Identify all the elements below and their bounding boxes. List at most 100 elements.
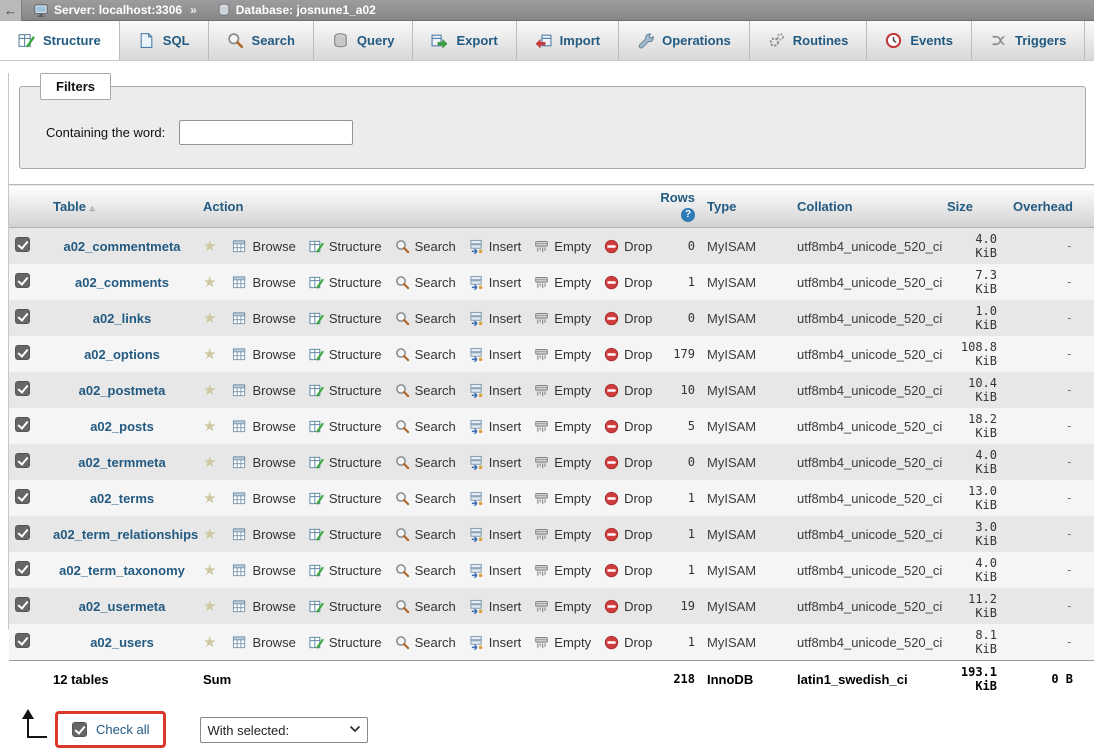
browse-link[interactable]: Browse (232, 239, 295, 254)
browse-link[interactable]: Browse (232, 347, 295, 362)
structure-link[interactable]: Structure (309, 383, 382, 398)
structure-link[interactable]: Structure (309, 311, 382, 326)
check-all-checkbox[interactable] (72, 722, 87, 737)
table-name-link[interactable]: a02_termmeta (78, 455, 165, 470)
browse-link[interactable]: Browse (232, 419, 295, 434)
empty-link[interactable]: Empty (534, 311, 591, 326)
favorite-star-icon[interactable]: ★ (203, 309, 216, 327)
insert-link[interactable]: Insert (469, 347, 522, 362)
help-icon[interactable] (681, 208, 695, 222)
drop-link[interactable]: Drop (604, 311, 652, 326)
drop-link[interactable]: Drop (604, 563, 652, 578)
tab-events[interactable]: Events (867, 21, 972, 60)
tab-triggers[interactable]: Triggers (972, 21, 1085, 60)
favorite-star-icon[interactable]: ★ (203, 237, 216, 255)
tab-structure[interactable]: Structure (0, 21, 120, 60)
browse-link[interactable]: Browse (232, 599, 295, 614)
browse-link[interactable]: Browse (232, 491, 295, 506)
insert-link[interactable]: Insert (469, 491, 522, 506)
table-name-link[interactable]: a02_usermeta (79, 599, 166, 614)
breadcrumb-database-link[interactable]: Database: josnune1_a02 (236, 3, 376, 17)
insert-link[interactable]: Insert (469, 419, 522, 434)
drop-link[interactable]: Drop (604, 455, 652, 470)
row-checkbox[interactable] (15, 525, 30, 540)
search-link[interactable]: Search (395, 527, 456, 542)
empty-link[interactable]: Empty (534, 527, 591, 542)
tab-designer[interactable]: Designer (1085, 21, 1094, 60)
structure-link[interactable]: Structure (309, 275, 382, 290)
tab-sql[interactable]: SQL (120, 21, 209, 60)
favorite-star-icon[interactable]: ★ (203, 597, 216, 615)
tab-query[interactable]: Query (314, 21, 414, 60)
empty-link[interactable]: Empty (534, 383, 591, 398)
drop-link[interactable]: Drop (604, 527, 652, 542)
drop-link[interactable]: Drop (604, 275, 652, 290)
table-name-link[interactable]: a02_term_relationships (53, 527, 198, 542)
structure-link[interactable]: Structure (309, 635, 382, 650)
structure-link[interactable]: Structure (309, 491, 382, 506)
search-link[interactable]: Search (395, 383, 456, 398)
with-selected-dropdown[interactable]: With selected: (200, 717, 368, 743)
row-checkbox[interactable] (15, 633, 30, 648)
empty-link[interactable]: Empty (534, 347, 591, 362)
table-name-link[interactable]: a02_terms (90, 491, 154, 506)
table-name-link[interactable]: a02_comments (75, 275, 169, 290)
header-collation[interactable]: Collation (791, 185, 941, 228)
search-link[interactable]: Search (395, 311, 456, 326)
row-checkbox[interactable] (15, 273, 30, 288)
drop-link[interactable]: Drop (604, 599, 652, 614)
containing-word-input[interactable] (179, 120, 353, 145)
drop-link[interactable]: Drop (604, 491, 652, 506)
structure-link[interactable]: Structure (309, 599, 382, 614)
favorite-star-icon[interactable]: ★ (203, 345, 216, 363)
empty-link[interactable]: Empty (534, 455, 591, 470)
browse-link[interactable]: Browse (232, 383, 295, 398)
search-link[interactable]: Search (395, 635, 456, 650)
insert-link[interactable]: Insert (469, 383, 522, 398)
tab-operations[interactable]: Operations (619, 21, 750, 60)
structure-link[interactable]: Structure (309, 527, 382, 542)
drop-link[interactable]: Drop (604, 239, 652, 254)
tab-export[interactable]: Export (413, 21, 516, 60)
favorite-star-icon[interactable]: ★ (203, 489, 216, 507)
search-link[interactable]: Search (395, 347, 456, 362)
header-type[interactable]: Type (701, 185, 791, 228)
structure-link[interactable]: Structure (309, 419, 382, 434)
tab-import[interactable]: Import (517, 21, 619, 60)
favorite-star-icon[interactable]: ★ (203, 561, 216, 579)
insert-link[interactable]: Insert (469, 455, 522, 470)
empty-link[interactable]: Empty (534, 419, 591, 434)
row-checkbox[interactable] (15, 345, 30, 360)
favorite-star-icon[interactable]: ★ (203, 525, 216, 543)
table-name-link[interactable]: a02_links (93, 311, 152, 326)
row-checkbox[interactable] (15, 237, 30, 252)
header-rows[interactable]: Rows (649, 185, 701, 228)
table-name-link[interactable]: a02_options (84, 347, 160, 362)
insert-link[interactable]: Insert (469, 635, 522, 650)
row-checkbox[interactable] (15, 417, 30, 432)
header-size[interactable]: Size (941, 185, 1003, 228)
empty-link[interactable]: Empty (534, 563, 591, 578)
row-checkbox[interactable] (15, 381, 30, 396)
favorite-star-icon[interactable]: ★ (203, 633, 216, 651)
row-checkbox[interactable] (15, 561, 30, 576)
search-link[interactable]: Search (395, 491, 456, 506)
table-name-link[interactable]: a02_users (90, 635, 154, 650)
row-checkbox[interactable] (15, 309, 30, 324)
browse-link[interactable]: Browse (232, 527, 295, 542)
browse-link[interactable]: Browse (232, 275, 295, 290)
table-name-link[interactable]: a02_posts (90, 419, 154, 434)
browse-link[interactable]: Browse (232, 311, 295, 326)
table-name-link[interactable]: a02_postmeta (79, 383, 166, 398)
search-link[interactable]: Search (395, 239, 456, 254)
row-checkbox[interactable] (15, 453, 30, 468)
browse-link[interactable]: Browse (232, 563, 295, 578)
insert-link[interactable]: Insert (469, 527, 522, 542)
empty-link[interactable]: Empty (534, 599, 591, 614)
insert-link[interactable]: Insert (469, 239, 522, 254)
drop-link[interactable]: Drop (604, 419, 652, 434)
favorite-star-icon[interactable]: ★ (203, 417, 216, 435)
table-name-link[interactable]: a02_term_taxonomy (59, 563, 185, 578)
insert-link[interactable]: Insert (469, 563, 522, 578)
search-link[interactable]: Search (395, 455, 456, 470)
